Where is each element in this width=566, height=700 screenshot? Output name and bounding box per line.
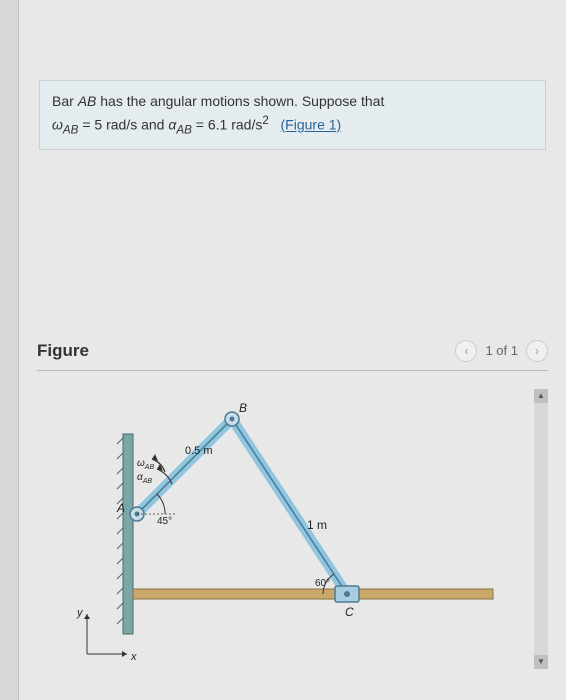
- next-button[interactable]: ›: [526, 340, 548, 362]
- bar-name: AB: [78, 93, 97, 109]
- figure-title: Figure: [37, 341, 89, 361]
- figure-link[interactable]: (Figure 1): [281, 117, 342, 133]
- label-A: A: [116, 501, 125, 515]
- len-BC: 1 m: [307, 518, 327, 532]
- scroll-down-icon[interactable]: ▼: [534, 655, 548, 669]
- angle-C: 60°: [315, 578, 330, 589]
- scroll-track[interactable]: [534, 403, 548, 655]
- omega-sub: AB: [63, 123, 79, 136]
- scroll-up-icon[interactable]: ▲: [534, 389, 548, 403]
- text: Bar: [52, 93, 78, 109]
- pager-text: 1 of 1: [485, 343, 518, 358]
- label-B: B: [239, 401, 247, 415]
- alpha-sub: AB: [176, 123, 192, 136]
- axis-x: x: [130, 651, 137, 663]
- text: = 5 rad/s and: [78, 117, 168, 133]
- omega-label: ω: [137, 458, 145, 469]
- len-AB: 0.5 m: [185, 445, 213, 457]
- divider: [37, 370, 548, 371]
- omega-symbol: ω: [52, 117, 63, 133]
- axis-y: y: [76, 607, 84, 619]
- mechanism-diagram: A B C 0.5 m 1 m 45° 60° ωAB αAB x y: [57, 394, 497, 669]
- figure-pager: ‹ 1 of 1 ›: [455, 340, 548, 362]
- label-C: C: [345, 605, 354, 619]
- text: has the angular motions shown. Suppose t…: [96, 93, 384, 109]
- prev-button[interactable]: ‹: [455, 340, 477, 362]
- svg-text:ωAB: ωAB: [137, 458, 154, 471]
- text: = 6.1 rad/s: [192, 117, 262, 133]
- vertical-scrollbar[interactable]: ▲ ▼: [534, 389, 548, 669]
- svg-text:αAB: αAB: [137, 472, 152, 485]
- figure-area: A B C 0.5 m 1 m 45° 60° ωAB αAB x y ▲ ▼: [37, 389, 548, 669]
- squared: 2: [262, 114, 268, 127]
- problem-statement: Bar AB has the angular motions shown. Su…: [39, 80, 546, 150]
- angle-A: 45°: [157, 516, 172, 527]
